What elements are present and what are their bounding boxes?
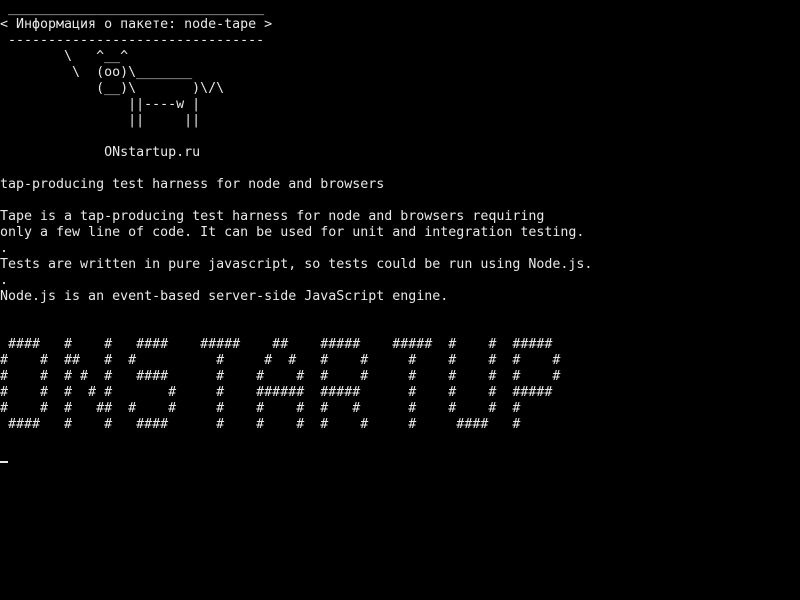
terminal-screen[interactable]: ________________________________ < Инфор… [0, 0, 800, 600]
banner-line: # # # # # # # ###### ##### # # # ##### [0, 385, 553, 400]
cowsay-cow-line: || || [0, 113, 201, 128]
package-description: only a few line of code. It can be used … [0, 225, 585, 240]
banner-line: #### # # #### ##### ## ##### ##### # # #… [0, 337, 553, 352]
description-separator: . [0, 241, 9, 256]
description-separator: . [0, 273, 9, 288]
text-cursor [0, 461, 8, 463]
package-description: Node.js is an event-based server-side Ja… [0, 289, 449, 304]
banner-line: # # ## # # # # # # # # # # # # [0, 353, 561, 368]
banner-line: #### # # #### # # # # # # #### # [0, 417, 521, 432]
cowsay-cow-line: \ ^__^ [0, 49, 129, 64]
package-summary: tap-producing test harness for node and … [0, 177, 385, 192]
cowsay-bubble-text: < Информация о пакете: node-tape > [0, 17, 273, 32]
cowsay-cow-line: \ (oo)\_______ [0, 65, 193, 80]
package-description: Tests are written in pure javascript, so… [0, 257, 593, 272]
cowsay-cow-line: ||----w | [0, 97, 201, 112]
cowsay-cow-line: (__)\ )\/\ [0, 81, 225, 96]
banner-line: # # # # # #### # # # # # # # # # # [0, 369, 561, 384]
site-name: ONstartup.ru [0, 145, 201, 160]
banner-line: # # # ## # # # # # # # # # # # [0, 401, 521, 416]
cowsay-bubble-bottom: -------------------------------- [0, 33, 265, 48]
cowsay-bubble-top: ________________________________ [0, 1, 265, 16]
package-description: Tape is a tap-producing test harness for… [0, 209, 545, 224]
